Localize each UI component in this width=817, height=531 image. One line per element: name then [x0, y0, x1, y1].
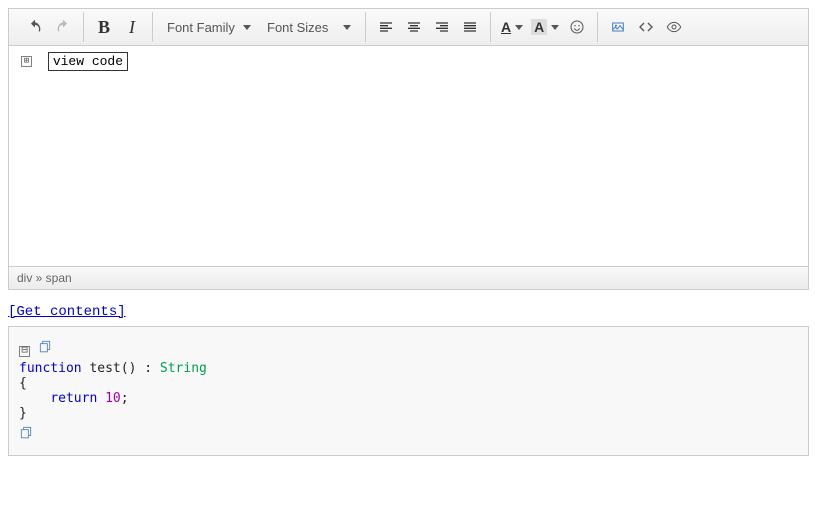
align-center-button[interactable] [400, 13, 428, 41]
toolbar-group-font: Font Family Font Sizes [153, 12, 366, 42]
toolbar-group-history [15, 12, 84, 42]
image-icon [610, 19, 626, 35]
copy-icon [19, 425, 33, 439]
copy-icon [38, 339, 52, 353]
italic-icon: I [129, 17, 135, 38]
code-open-brace: { [19, 376, 27, 391]
text-color-button[interactable]: A [497, 13, 527, 41]
kw-return: return [50, 391, 97, 406]
toolbar-group-align [366, 12, 491, 42]
code-icon [638, 19, 654, 35]
cls-string: String [160, 361, 207, 376]
chevron-down-icon [551, 25, 559, 30]
italic-button[interactable]: I [118, 13, 146, 41]
code-close-brace: } [19, 406, 27, 421]
undo-button[interactable] [21, 13, 49, 41]
smiley-icon [569, 19, 585, 35]
editor-container: B I Font Family Font Sizes [8, 8, 809, 290]
chevron-down-icon [515, 25, 523, 30]
view-code-span[interactable]: view code [48, 52, 128, 71]
align-justify-button[interactable] [456, 13, 484, 41]
toolbar: B I Font Family Font Sizes [9, 9, 808, 46]
code-fname: test() : [82, 361, 160, 376]
preview-button[interactable] [660, 13, 688, 41]
highlight-icon: A [531, 19, 547, 35]
align-right-button[interactable] [428, 13, 456, 41]
font-size-dropdown[interactable]: Font Sizes [259, 14, 359, 40]
align-right-icon [434, 19, 450, 35]
code-semi: ; [121, 391, 129, 406]
insert-image-button[interactable] [604, 13, 632, 41]
align-justify-icon [462, 19, 478, 35]
copy-button-bottom[interactable] [19, 425, 33, 443]
editor-content[interactable]: ⊞ view code [9, 46, 808, 266]
status-bar: div » span [9, 266, 808, 289]
font-family-label: Font Family [167, 20, 235, 35]
code-output-panel: ⊟ function test() : String { return 10; … [8, 326, 809, 456]
get-contents-link[interactable]: [Get contents] [8, 304, 126, 320]
chevron-down-icon [343, 25, 351, 30]
toolbar-group-color: A A [491, 12, 598, 42]
element-path[interactable]: div » span [17, 271, 72, 285]
undo-icon [27, 19, 43, 35]
kw-function: function [19, 361, 82, 376]
align-left-button[interactable] [372, 13, 400, 41]
num-literal: 10 [105, 391, 121, 406]
font-family-dropdown[interactable]: Font Family [159, 14, 259, 40]
redo-icon [55, 19, 71, 35]
source-code-button[interactable] [632, 13, 660, 41]
toolbar-group-style: B I [84, 12, 153, 42]
align-left-icon [378, 19, 394, 35]
bold-button[interactable]: B [90, 13, 118, 41]
font-size-label: Font Sizes [267, 20, 328, 35]
chevron-down-icon [243, 25, 251, 30]
highlight-color-button[interactable]: A [527, 13, 563, 41]
redo-button[interactable] [49, 13, 77, 41]
bold-icon: B [98, 17, 110, 38]
align-center-icon [406, 19, 422, 35]
emoticon-button[interactable] [563, 13, 591, 41]
code-block: function test() : String { return 10; } [19, 361, 798, 421]
copy-button-top[interactable] [38, 339, 52, 357]
text-color-icon: A [501, 19, 511, 35]
eye-icon [666, 19, 682, 35]
toolbar-group-insert [598, 12, 694, 42]
expand-toggle[interactable]: ⊞ [21, 56, 32, 67]
collapse-toggle[interactable]: ⊟ [19, 346, 30, 357]
